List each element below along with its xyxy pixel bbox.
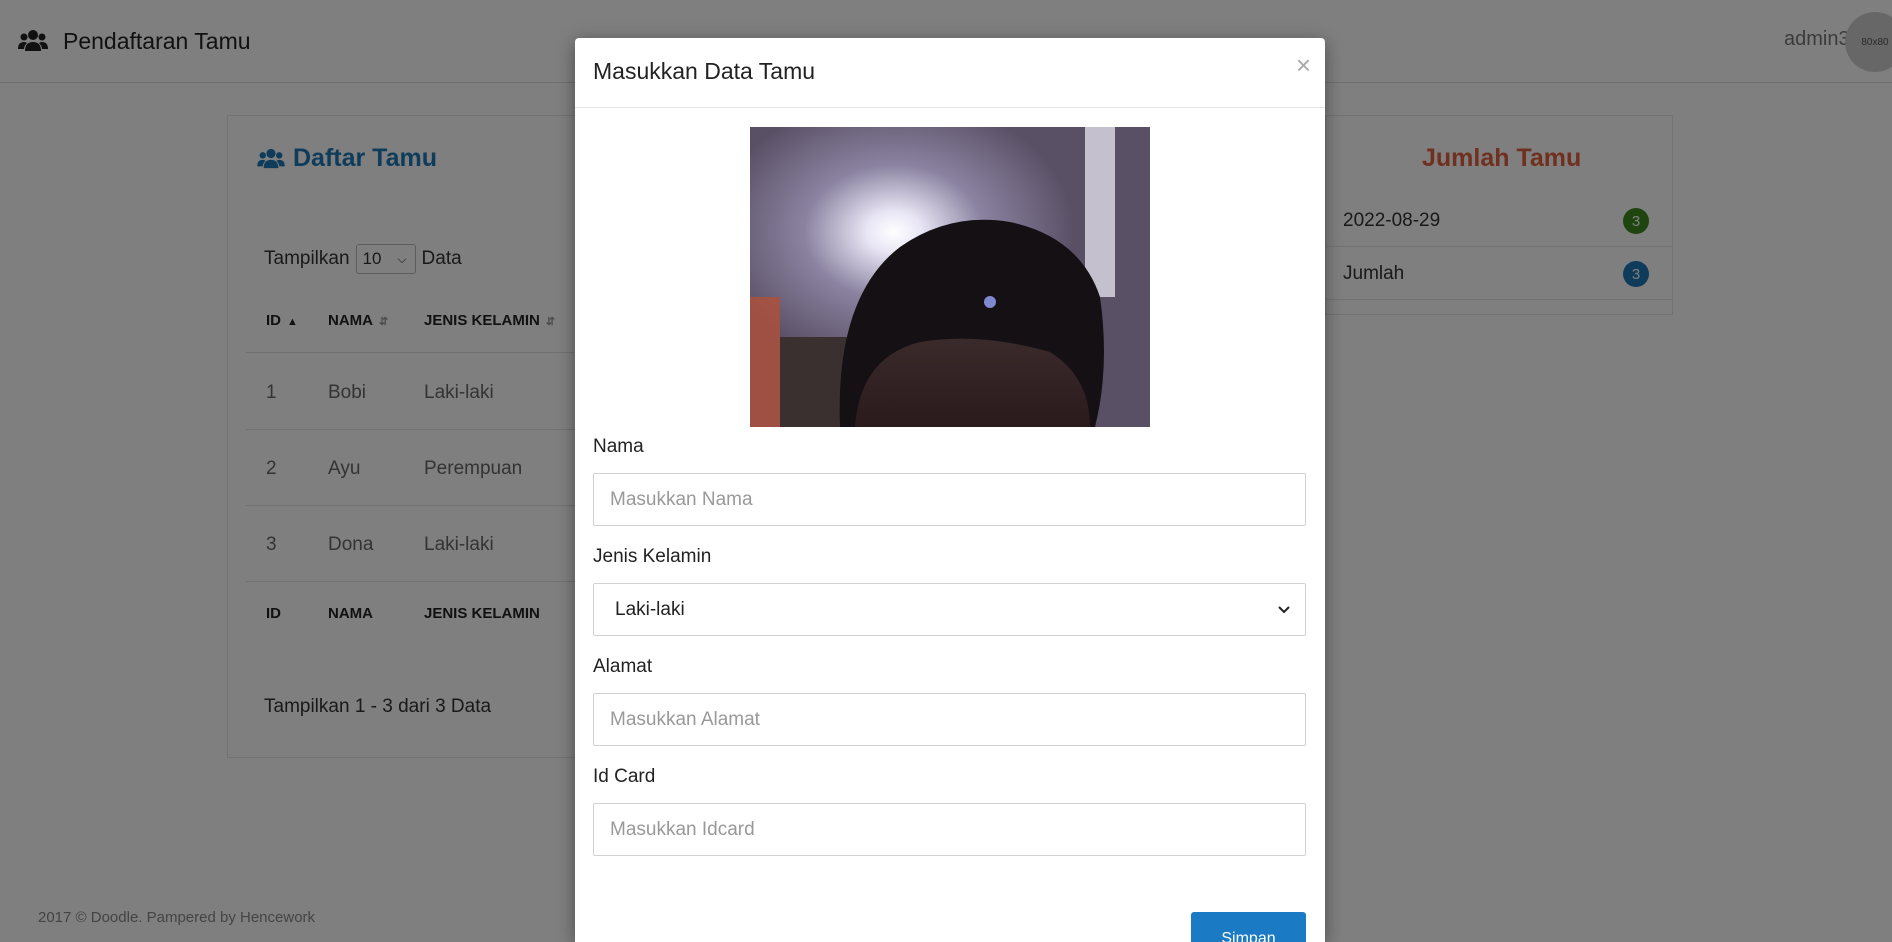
jenis-kelamin-select[interactable]: Laki-laki — [593, 583, 1306, 636]
modal-title: Masukkan Data Tamu — [593, 58, 816, 84]
save-button[interactable]: Simpan — [1191, 912, 1306, 942]
nama-label: Nama — [593, 436, 644, 457]
modal-header: Masukkan Data Tamu × — [575, 38, 1325, 108]
chevron-down-icon — [1278, 605, 1290, 613]
id-card-input[interactable] — [593, 803, 1306, 856]
alamat-label: Alamat — [593, 656, 653, 677]
guest-entry-modal: Masukkan Data Tamu × Nama Masukkan Nama … — [575, 38, 1325, 942]
webcam-preview — [750, 127, 1150, 427]
jenis-kelamin-value: Laki-laki — [615, 598, 685, 620]
id-card-label: Id Card — [593, 766, 656, 787]
camera-feed-image — [750, 127, 1150, 427]
close-icon[interactable]: × — [1296, 52, 1311, 78]
jenis-kelamin-label: Jenis Kelamin — [593, 546, 712, 567]
alamat-input[interactable] — [593, 693, 1306, 746]
nama-input[interactable] — [593, 473, 1306, 526]
